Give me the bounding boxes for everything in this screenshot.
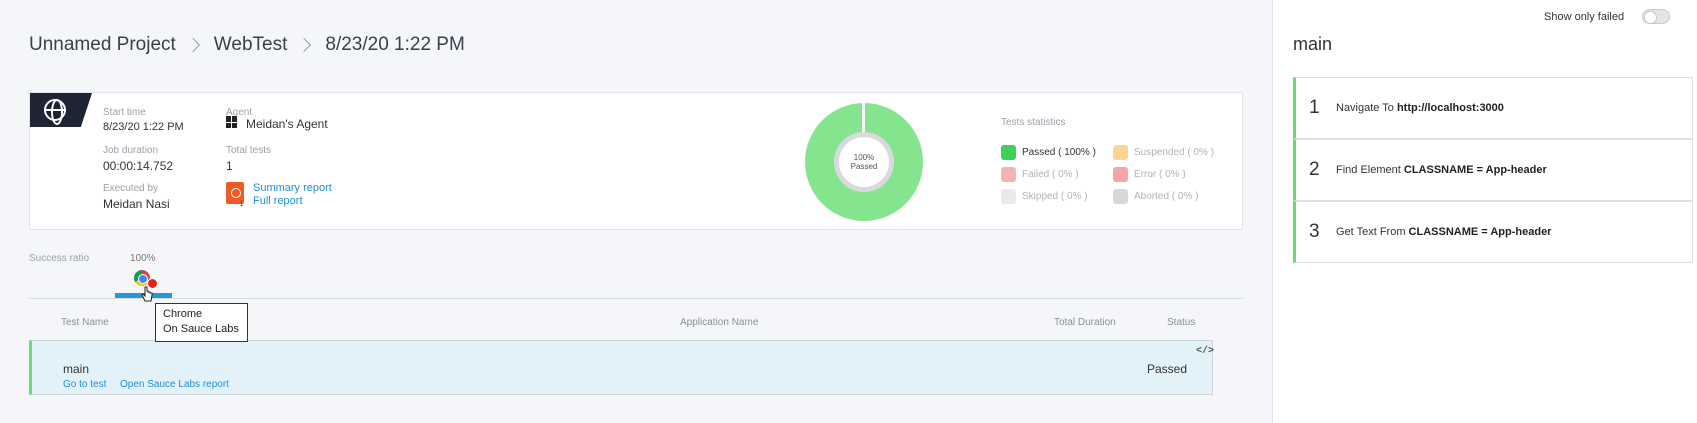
open-sauce-labs-report-link[interactable]: Open Sauce Labs report [120, 379, 229, 390]
total-tests-label: Total tests [226, 145, 272, 156]
success-ratio-label: Success ratio [29, 253, 90, 264]
job-duration-label: Job duration [103, 145, 159, 156]
show-only-failed-toggle[interactable] [1642, 9, 1670, 24]
pass-rate-donut: 100% Passed [805, 103, 923, 221]
hand-cursor-icon [141, 286, 153, 302]
show-only-failed-label: Show only failed [1544, 11, 1625, 23]
stat-swatch [1113, 167, 1128, 182]
tooltip-provider: On Sauce Labs [163, 323, 239, 335]
stat-label: Error ( 0% ) [1134, 169, 1186, 180]
step-action: Get Text From [1336, 226, 1406, 238]
success-ratio-value: 100% [130, 253, 156, 264]
stat-failed: Failed ( 0% ) [1001, 167, 1079, 182]
executed-by-label: Executed by [103, 183, 159, 194]
table-row[interactable]: main Passed </> Go to test Open Sauce La… [29, 340, 1214, 395]
step-text: Find Element CLASSNAME = App-header [1336, 164, 1547, 176]
breadcrumb: Unnamed Project WebTest 8/23/20 1:22 PM [29, 34, 465, 56]
step-number: 2 [1309, 159, 1320, 180]
stat-label: Suspended ( 0% ) [1134, 147, 1215, 158]
column-header-application-name[interactable]: Application Name [680, 317, 758, 328]
stat-swatch [1001, 145, 1016, 160]
step-argument: http://localhost:3000 [1396, 102, 1504, 114]
step-item[interactable]: 3 Get Text From CLASSNAME = App-header [1293, 201, 1693, 263]
chevron-right-icon [185, 37, 200, 53]
globe-icon [44, 99, 66, 125]
column-header-total-duration[interactable]: Total Duration [1054, 317, 1116, 328]
execution-summary-card: Start time 8/23/20 1:22 PM Job duration … [29, 92, 1243, 230]
stat-error: Error ( 0% ) [1113, 167, 1186, 182]
code-icon[interactable]: </> [1196, 346, 1214, 357]
column-header-status[interactable]: Status [1167, 317, 1195, 328]
step-action: Find Element [1336, 164, 1401, 176]
step-text: Get Text From CLASSNAME = App-header [1336, 226, 1551, 238]
main-area: Unnamed Project WebTest 8/23/20 1:22 PM … [0, 0, 1272, 423]
stat-skipped: Skipped ( 0% ) [1001, 189, 1088, 204]
test-name: main [63, 362, 90, 376]
stat-aborted: Aborted ( 0% ) [1113, 189, 1198, 204]
breadcrumb-project[interactable]: Unnamed Project [29, 34, 176, 56]
divider [29, 298, 1243, 299]
browser-tooltip: Chrome On Sauce Labs [155, 303, 248, 342]
breadcrumb-section[interactable]: WebTest [214, 34, 288, 56]
stat-label: Aborted ( 0% ) [1134, 191, 1199, 202]
total-tests-value: 1 [226, 159, 233, 173]
chevron-right-icon [297, 37, 312, 53]
step-argument: CLASSNAME = App-header [1408, 226, 1552, 238]
test-title: main [1293, 34, 1333, 54]
agent-value: Meidan's Agent [246, 117, 328, 131]
step-argument: CLASSNAME = App-header [1403, 164, 1547, 176]
start-time-value: 8/23/20 1:22 PM [103, 121, 184, 133]
test-status: Passed [1147, 362, 1188, 376]
windows-icon [226, 116, 238, 128]
stat-passed: Passed ( 100% ) [1001, 145, 1096, 160]
stat-label: Passed ( 100% ) [1022, 147, 1096, 158]
stat-swatch [1113, 189, 1128, 204]
start-time-label: Start time [103, 107, 146, 118]
donut-label: Passed [850, 162, 878, 171]
summary-report-link[interactable]: Summary report [253, 182, 332, 194]
column-header-test-name[interactable]: Test Name [61, 317, 109, 328]
stat-swatch [1113, 145, 1128, 160]
step-number: 1 [1309, 97, 1320, 118]
download-icon: ↓ [239, 198, 244, 209]
tooltip-browser: Chrome [163, 308, 203, 320]
stat-label: Skipped ( 0% ) [1022, 191, 1088, 202]
stat-label: Failed ( 0% ) [1022, 169, 1079, 180]
step-number: 3 [1309, 221, 1320, 242]
executed-by-value: Meidan Nasi [103, 197, 170, 211]
donut-percent: 100% [853, 153, 875, 162]
step-item[interactable]: 1 Navigate To http://localhost:3000 [1293, 77, 1693, 139]
job-duration-value: 00:00:14.752 [103, 159, 174, 173]
go-to-test-link[interactable]: Go to test [63, 379, 106, 390]
donut-center: 100% Passed [834, 132, 894, 192]
stat-swatch [1001, 189, 1016, 204]
step-item[interactable]: 2 Find Element CLASSNAME = App-header [1293, 139, 1693, 201]
breadcrumb-run: 8/23/20 1:22 PM [325, 34, 465, 55]
stat-suspended: Suspended ( 0% ) [1113, 145, 1214, 160]
full-report-link[interactable]: Full report [253, 195, 303, 207]
step-text: Navigate To http://localhost:3000 [1336, 102, 1504, 114]
step-action: Navigate To [1336, 102, 1394, 114]
stat-swatch [1001, 167, 1016, 182]
platform-badge [30, 93, 92, 127]
tests-statistics-title: Tests statistics [1001, 117, 1066, 128]
